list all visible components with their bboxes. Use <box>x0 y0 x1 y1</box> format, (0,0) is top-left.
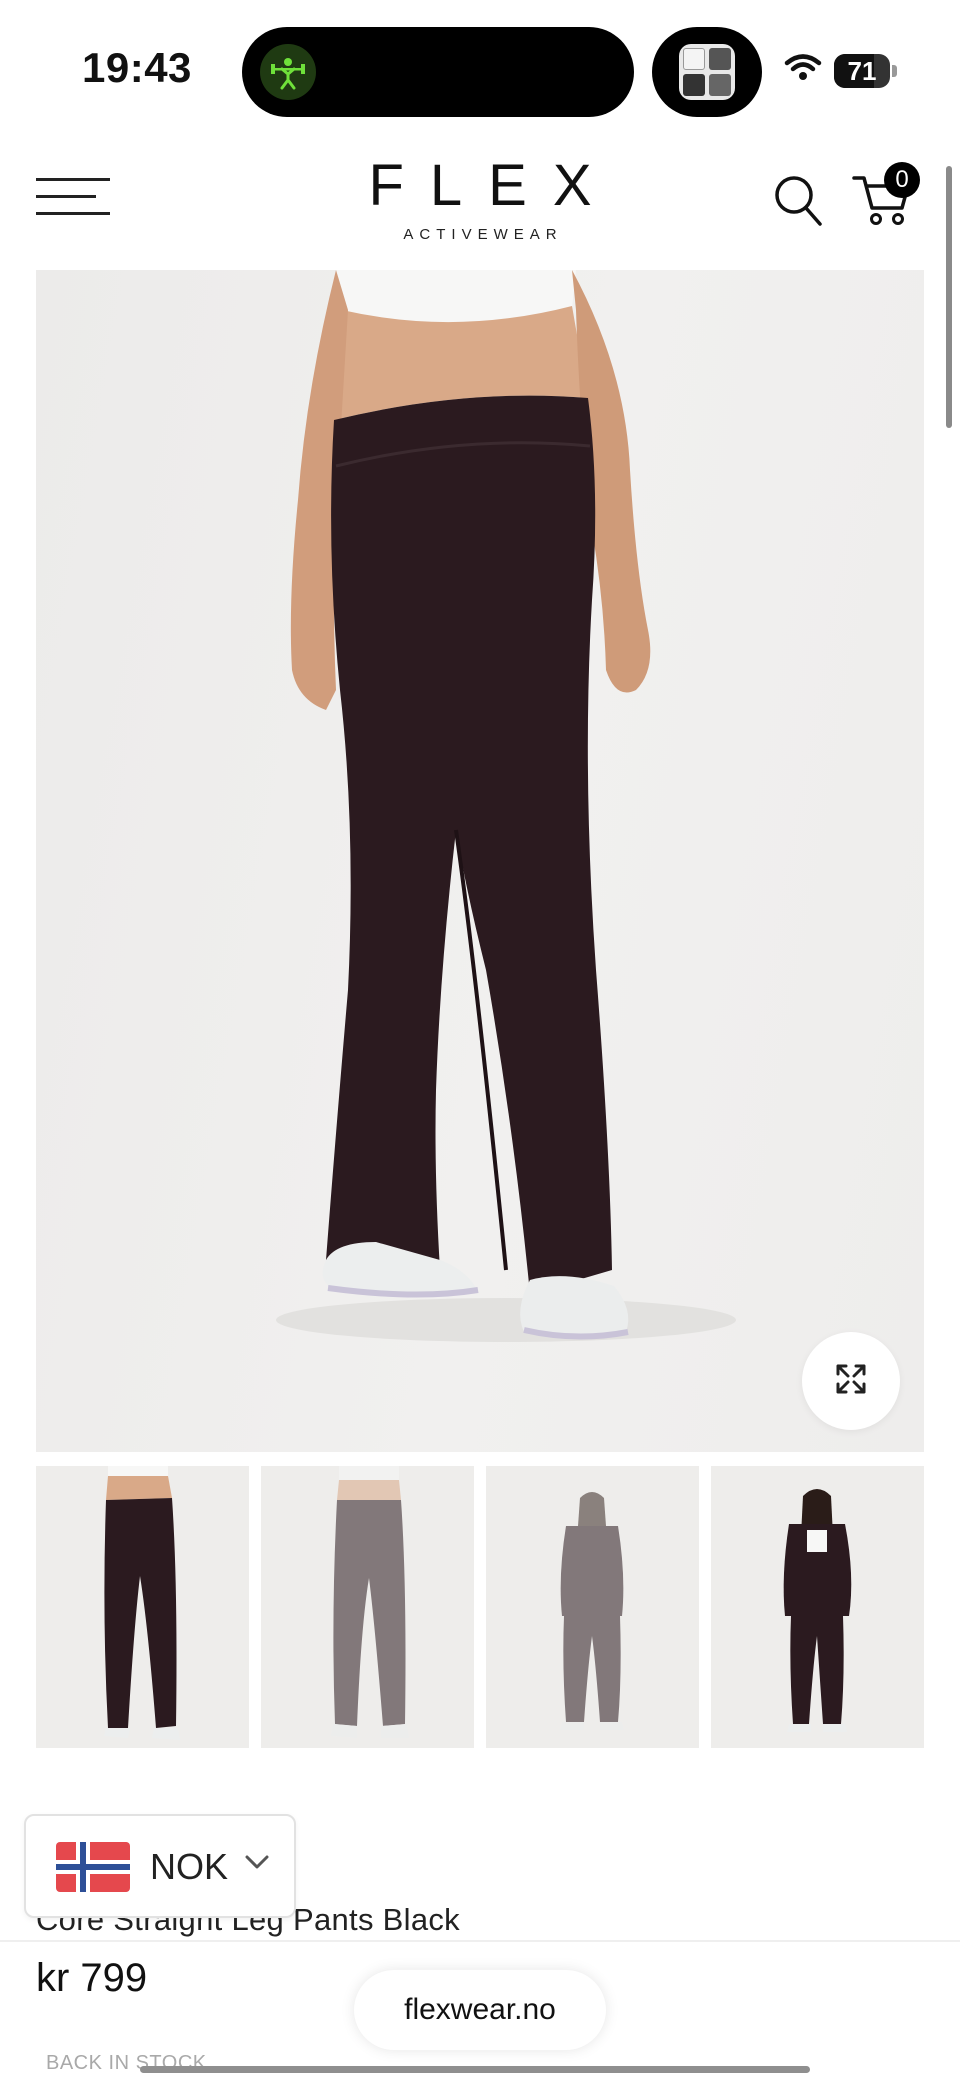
status-time: 19:43 <box>82 44 192 91</box>
page-scrollbar[interactable] <box>946 166 952 428</box>
expand-icon <box>834 1362 868 1401</box>
product-price: kr 799 <box>36 1956 148 2000</box>
currency-code: NOK <box>150 1846 229 1887</box>
site-header: FLEX ACTIVEWEAR 0 <box>0 140 960 260</box>
home-indicator[interactable] <box>140 2066 810 2073</box>
wifi-icon <box>784 52 822 87</box>
status-bar: 19:43 71 <box>0 0 960 140</box>
album-art-icon <box>679 44 735 100</box>
cart-count-badge: 0 <box>884 162 920 198</box>
norway-flag-icon <box>56 1842 130 1892</box>
thumbnail-1[interactable] <box>36 1466 249 1748</box>
brand-logo[interactable]: FLEX ACTIVEWEAR <box>340 153 620 244</box>
media-activity[interactable] <box>652 27 762 117</box>
search-icon[interactable] <box>770 170 826 230</box>
currency-selector[interactable]: NOK <box>24 1814 296 1918</box>
thumbnail-strip <box>36 1466 924 1748</box>
thumbnail-2[interactable] <box>261 1466 474 1748</box>
hamburger-icon[interactable] <box>36 176 112 218</box>
chevron-down-icon <box>244 1852 270 1877</box>
sticky-bar-divider <box>0 1940 960 1942</box>
logo-sub-text: ACTIVEWEAR <box>403 226 563 243</box>
battery-indicator: 71 <box>834 54 897 88</box>
weightlifter-icon <box>260 44 316 100</box>
product-main-image[interactable] <box>36 270 924 1452</box>
thumbnail-4[interactable] <box>711 1466 924 1748</box>
thumbnail-3[interactable] <box>486 1466 699 1748</box>
dynamic-island[interactable] <box>242 27 634 117</box>
logo-main-text: FLEX <box>368 153 618 218</box>
zoom-image-button[interactable] <box>802 1332 900 1430</box>
battery-level: 71 <box>847 56 877 86</box>
browser-url-pill[interactable]: flexwear.no <box>354 1970 606 2050</box>
